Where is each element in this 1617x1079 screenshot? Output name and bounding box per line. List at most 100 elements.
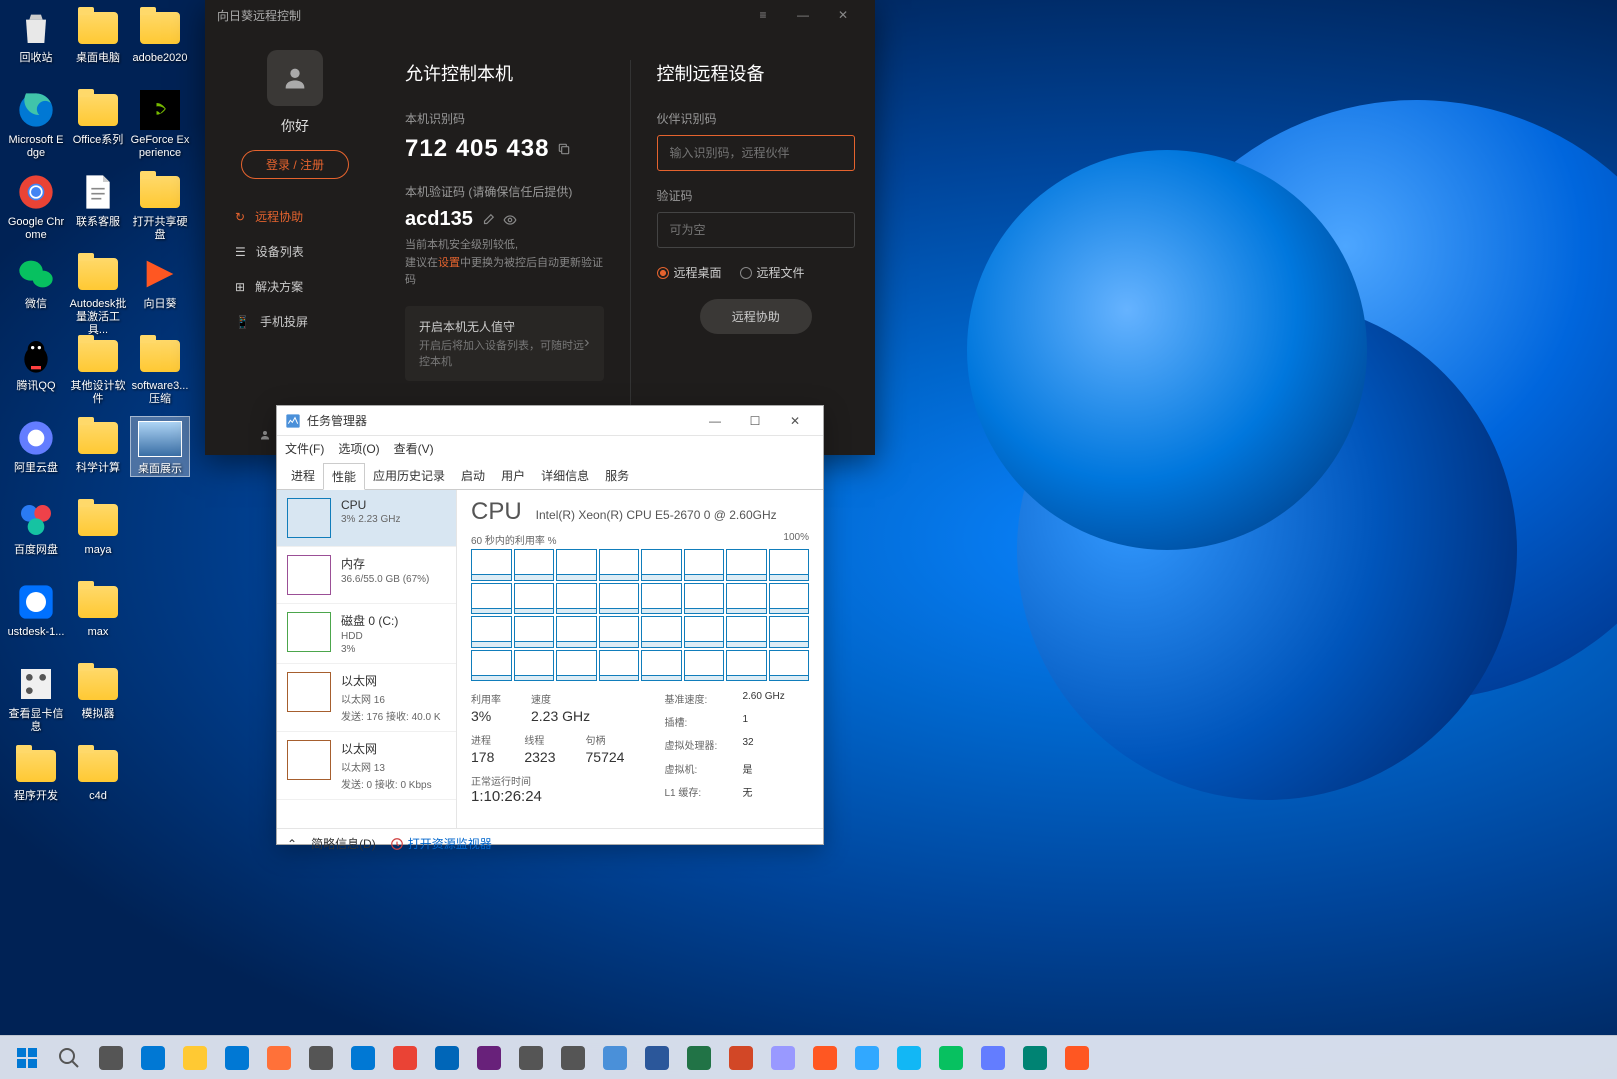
tab-启动[interactable]: 启动 xyxy=(453,463,493,489)
menu-icon: ↻ xyxy=(235,210,245,224)
taskbar-aliyun[interactable] xyxy=(973,1038,1013,1078)
close-button[interactable]: ✕ xyxy=(823,0,863,30)
perf-item-CPU[interactable]: CPU3% 2.23 GHz xyxy=(277,490,456,547)
taskbar-explorer[interactable] xyxy=(175,1038,215,1078)
taskbar-sun[interactable] xyxy=(805,1038,845,1078)
desktop-icon-ustdesk-1...[interactable]: ustdesk-1... xyxy=(6,580,66,639)
desktop-icon-向日葵[interactable]: 向日葵 xyxy=(130,252,190,311)
desktop-icon-Microsoft Edge[interactable]: Microsoft Edge xyxy=(6,88,66,160)
desktop-icon-Google Chrome[interactable]: Google Chrome xyxy=(6,170,66,242)
performance-list: CPU3% 2.23 GHz内存36.6/55.0 GB (67%)磁盘 0 (… xyxy=(277,490,457,828)
taskbar-gallery[interactable] xyxy=(553,1038,593,1078)
tab-性能[interactable]: 性能 xyxy=(323,463,365,490)
desktop-icon-maya[interactable]: maya xyxy=(68,498,128,557)
desktop-icon-回收站[interactable]: 回收站 xyxy=(6,6,66,65)
desktop-icon-微信[interactable]: 微信 xyxy=(6,252,66,311)
perf-item-以太网[interactable]: 以太网以太网 13发送: 0 接收: 0 Kbps xyxy=(277,732,456,800)
taskmgr-titlebar[interactable]: 任务管理器 — ☐ ✕ xyxy=(277,406,823,436)
taskbar-gear[interactable] xyxy=(511,1038,551,1078)
remote-assist-button[interactable]: 远程协助 xyxy=(700,299,812,334)
sidebar-item-设备列表[interactable]: ☰设备列表 xyxy=(235,234,385,269)
menu-button[interactable]: ≡ xyxy=(743,0,783,30)
maximize-button[interactable]: ☐ xyxy=(735,407,775,435)
desktop-icon-max[interactable]: max xyxy=(68,580,128,639)
desktop-icon-software3...压缩[interactable]: software3...压缩 xyxy=(130,334,190,406)
taskbar-start[interactable] xyxy=(7,1038,47,1078)
taskbar-edge[interactable] xyxy=(217,1038,257,1078)
taskbar-sunflower2[interactable] xyxy=(1057,1038,1097,1078)
desktop-icon-adobe2020[interactable]: adobe2020 xyxy=(130,6,190,65)
partner-id-input[interactable] xyxy=(657,135,856,171)
edit-icon[interactable] xyxy=(481,213,495,227)
sidebar-item-手机投屏[interactable]: 📱手机投屏 xyxy=(235,304,385,339)
desktop-icon-打开共享硬盘[interactable]: 打开共享硬盘 xyxy=(130,170,190,242)
taskbar-firefox[interactable] xyxy=(259,1038,299,1078)
avatar[interactable] xyxy=(267,50,323,106)
resmon-link[interactable]: 打开资源监视器 xyxy=(390,835,492,852)
desktop-icon-Autodesk批量激活工具...[interactable]: Autodesk批量激活工具... xyxy=(68,252,128,338)
taskbar-ps[interactable] xyxy=(847,1038,887,1078)
chevron-up-icon[interactable]: ⌃ xyxy=(287,837,297,851)
menu-view[interactable]: 查看(V) xyxy=(394,440,434,457)
settings-link[interactable]: 设置 xyxy=(438,257,460,269)
taskbar-chrome[interactable] xyxy=(385,1038,425,1078)
taskbar-store[interactable] xyxy=(343,1038,383,1078)
desktop-icon-程序开发[interactable]: 程序开发 xyxy=(6,744,66,803)
taskbar-pr[interactable] xyxy=(763,1038,803,1078)
taskbar-search[interactable] xyxy=(49,1038,89,1078)
desktop-icon-科学计算[interactable]: 科学计算 xyxy=(68,416,128,475)
verify-code-input[interactable] xyxy=(657,212,856,248)
desktop-icon-GeForce Experience[interactable]: GeForce Experience xyxy=(130,88,190,160)
desktop-icon-Office系列[interactable]: Office系列 xyxy=(68,88,128,147)
desktop-icon-阿里云盘[interactable]: 阿里云盘 xyxy=(6,416,66,475)
radio-remote-desktop[interactable]: 远程桌面 xyxy=(657,264,722,281)
cpu-core-15 xyxy=(769,583,810,615)
code-label: 验证码 xyxy=(657,187,856,204)
tab-服务[interactable]: 服务 xyxy=(597,463,637,489)
sidebar-item-解决方案[interactable]: ⊞解决方案 xyxy=(235,269,385,304)
taskbar-taskmgr[interactable] xyxy=(595,1038,635,1078)
tab-详细信息[interactable]: 详细信息 xyxy=(533,463,597,489)
menu-file[interactable]: 文件(F) xyxy=(285,440,324,457)
taskbar-bing[interactable] xyxy=(1015,1038,1055,1078)
tab-用户[interactable]: 用户 xyxy=(493,463,533,489)
cpu-grid[interactable] xyxy=(471,549,809,681)
taskbar-taskview[interactable] xyxy=(91,1038,131,1078)
copy-icon[interactable] xyxy=(557,142,571,156)
taskbar-ppt[interactable] xyxy=(721,1038,761,1078)
taskbar-excel[interactable] xyxy=(679,1038,719,1078)
graph-max: 100% xyxy=(783,532,809,547)
desktop-icon-联系客服[interactable]: 联系客服 xyxy=(68,170,128,229)
sunflower-titlebar[interactable]: 向日葵远程控制 ≡ — ✕ xyxy=(205,0,875,30)
desktop-icon-桌面展示[interactable]: 桌面展示 xyxy=(130,416,190,477)
sidebar-item-远程协助[interactable]: ↻远程协助 xyxy=(235,199,385,234)
unattended-card[interactable]: 开启本机无人值守 开启后将加入设备列表，可随时远控本机 › xyxy=(405,306,604,381)
desktop-icon-百度网盘[interactable]: 百度网盘 xyxy=(6,498,66,557)
menu-options[interactable]: 选项(O) xyxy=(338,440,379,457)
taskbar-wechat[interactable] xyxy=(931,1038,971,1078)
perf-item-磁盘 0 (C:)[interactable]: 磁盘 0 (C:)HDD3% xyxy=(277,604,456,664)
close-button[interactable]: ✕ xyxy=(775,407,815,435)
desktop-icon-桌面电脑[interactable]: 桌面电脑 xyxy=(68,6,128,65)
taskbar-widgets[interactable] xyxy=(133,1038,173,1078)
desktop-icon-模拟器[interactable]: 模拟器 xyxy=(68,662,128,721)
taskbar-code[interactable] xyxy=(427,1038,467,1078)
taskbar-vs[interactable] xyxy=(469,1038,509,1078)
minimize-button[interactable]: — xyxy=(695,407,735,435)
desktop-icon-c4d[interactable]: c4d xyxy=(68,744,128,803)
radio-remote-file[interactable]: 远程文件 xyxy=(740,264,805,281)
taskbar-word[interactable] xyxy=(637,1038,677,1078)
taskbar-qq[interactable] xyxy=(889,1038,929,1078)
perf-item-以太网[interactable]: 以太网以太网 16发送: 176 接收: 40.0 K xyxy=(277,664,456,732)
desktop-icon-查看显卡信息[interactable]: 查看显卡信息 xyxy=(6,662,66,734)
perf-item-内存[interactable]: 内存36.6/55.0 GB (67%) xyxy=(277,547,456,604)
tab-进程[interactable]: 进程 xyxy=(283,463,323,489)
desktop-icon-其他设计软件[interactable]: 其他设计软件 xyxy=(68,334,128,406)
minimize-button[interactable]: — xyxy=(783,0,823,30)
eye-icon[interactable] xyxy=(503,213,517,227)
login-button[interactable]: 登录 / 注册 xyxy=(241,150,349,179)
tab-应用历史记录[interactable]: 应用历史记录 xyxy=(365,463,453,489)
brief-info-link[interactable]: 简略信息(D) xyxy=(311,835,376,852)
desktop-icon-腾讯QQ[interactable]: 腾讯QQ xyxy=(6,334,66,393)
taskbar-settings[interactable] xyxy=(301,1038,341,1078)
